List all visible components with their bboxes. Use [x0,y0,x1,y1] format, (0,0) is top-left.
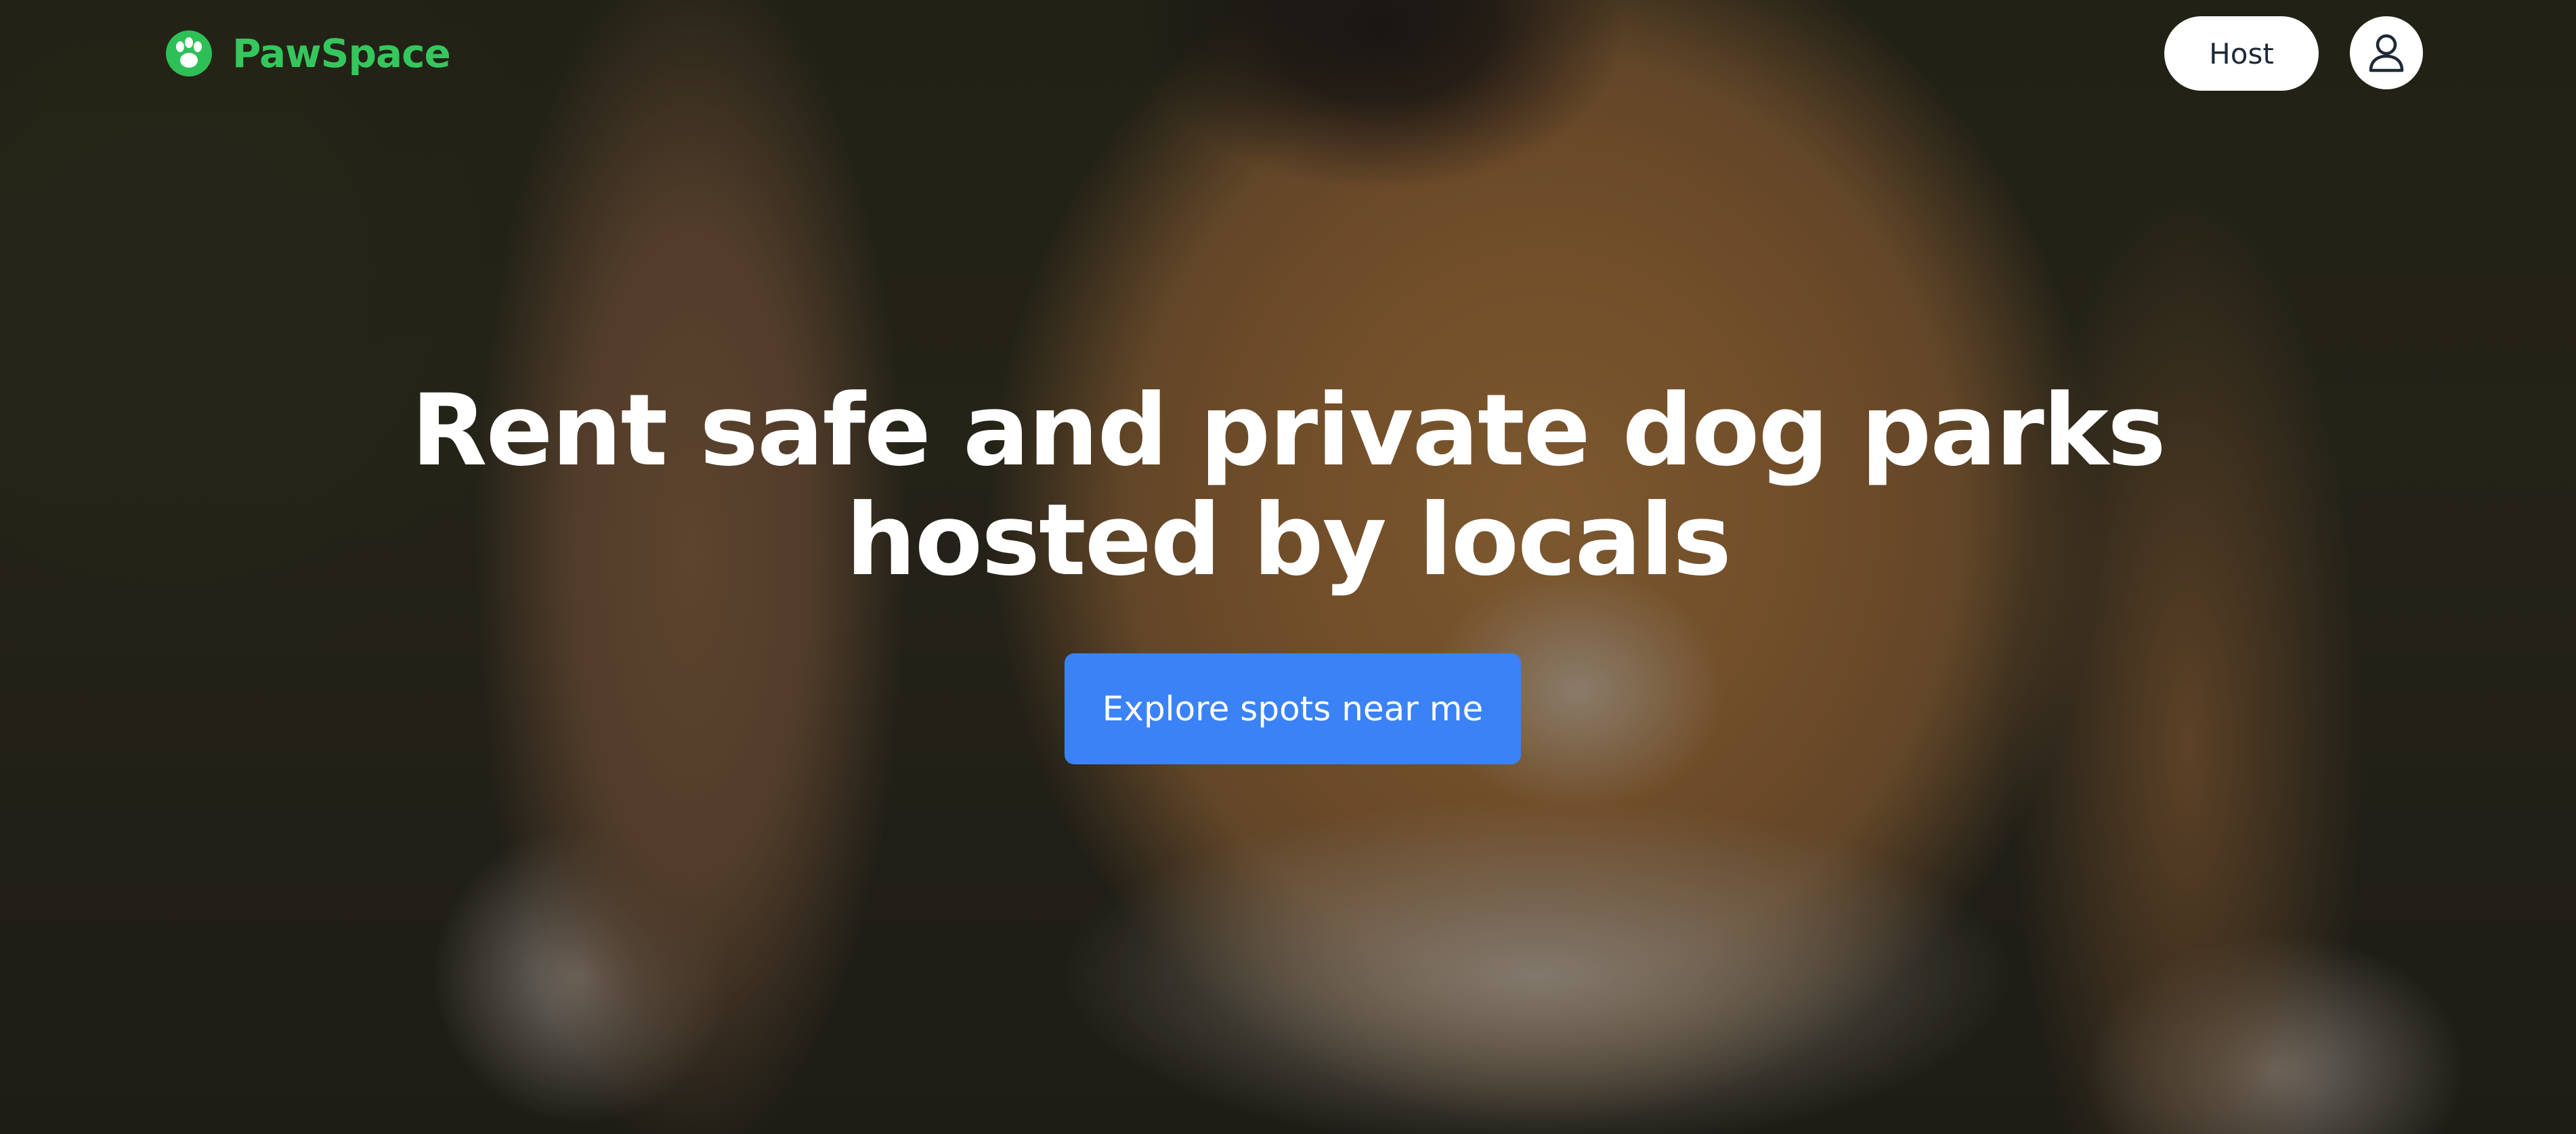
hero-headline: Rent safe and private dog parks hosted b… [411,373,2166,598]
top-nav: PawSpace Host [0,0,2576,108]
paw-icon [166,30,212,77]
hero-section: PawSpace Host Rent safe and private dog … [0,0,2576,1134]
explore-spots-button[interactable]: Explore spots near me [1065,653,1521,764]
brand-name: PawSpace [232,30,451,77]
host-button[interactable]: Host [2164,16,2319,91]
user-icon [2369,34,2404,72]
profile-button[interactable] [2350,16,2423,89]
brand-logo-link[interactable]: PawSpace [166,30,451,77]
